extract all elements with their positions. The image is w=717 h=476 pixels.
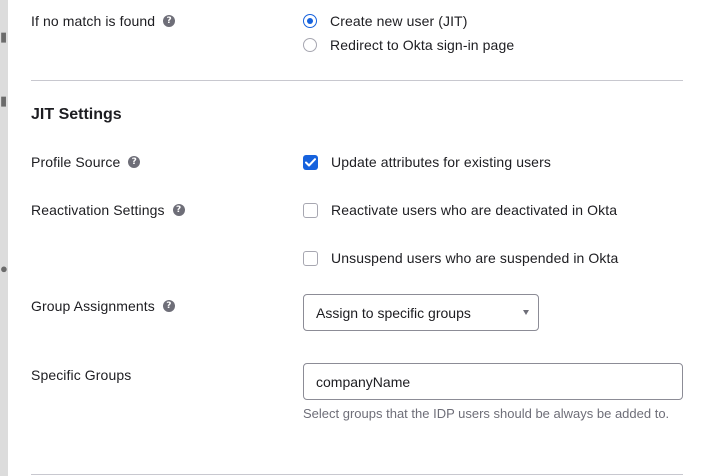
checkbox-unchecked-icon[interactable] bbox=[303, 250, 318, 266]
section-divider bbox=[31, 80, 683, 81]
backdrop-icon-fragment: ● bbox=[0, 261, 8, 276]
help-icon[interactable]: ? bbox=[172, 204, 185, 216]
group-assignments-select[interactable]: Assign to specific groups bbox=[303, 294, 539, 331]
radio-unselected-icon[interactable] bbox=[303, 38, 317, 52]
section-divider bbox=[31, 474, 683, 475]
idp-settings-modal: If no match is found ? Create new user (… bbox=[8, 0, 717, 476]
caret-down-icon bbox=[523, 310, 529, 315]
checkbox-checked-icon[interactable] bbox=[303, 154, 318, 170]
help-icon[interactable]: ? bbox=[128, 156, 141, 168]
backdrop-tab-fragment: ▮ bbox=[0, 93, 8, 108]
reactivation-settings-label: Reactivation Settings bbox=[31, 202, 165, 218]
group-assignments-label: Group Assignments bbox=[31, 298, 155, 314]
reactivation-label-row: Reactivation Settings ? bbox=[31, 201, 185, 219]
specific-groups-label: Specific Groups bbox=[31, 367, 132, 383]
radio-selected-icon[interactable] bbox=[303, 14, 317, 28]
lock-icon: ▮ bbox=[0, 29, 8, 44]
redirect-signin-radio-option[interactable]: Redirect to Okta sign-in page bbox=[303, 36, 514, 54]
no-match-label-row: If no match is found ? bbox=[31, 12, 176, 30]
checkmark-icon bbox=[305, 157, 316, 166]
jit-settings-title: JIT Settings bbox=[31, 106, 122, 123]
reactivate-users-label: Reactivate users who are deactivated in … bbox=[331, 202, 618, 218]
specific-groups-label-row: Specific Groups bbox=[31, 366, 131, 384]
update-attributes-label: Update attributes for existing users bbox=[331, 154, 551, 170]
backdrop-edge bbox=[0, 0, 8, 476]
redirect-signin-label: Redirect to Okta sign-in page bbox=[330, 37, 515, 53]
no-match-label: If no match is found bbox=[31, 13, 156, 29]
reactivate-users-checkbox-option[interactable]: Reactivate users who are deactivated in … bbox=[303, 201, 617, 219]
group-assignments-label-row: Group Assignments ? bbox=[31, 297, 175, 315]
specific-groups-hint: Select groups that the IDP users should … bbox=[303, 406, 670, 421]
unsuspend-users-checkbox-option[interactable]: Unsuspend users who are suspended in Okt… bbox=[303, 249, 618, 267]
unsuspend-users-label: Unsuspend users who are suspended in Okt… bbox=[331, 250, 619, 266]
help-icon[interactable]: ? bbox=[162, 300, 175, 312]
help-icon[interactable]: ? bbox=[163, 15, 176, 27]
profile-source-label: Profile Source bbox=[31, 154, 121, 170]
create-new-user-radio-option[interactable]: Create new user (JIT) bbox=[303, 12, 467, 30]
checkbox-unchecked-icon[interactable] bbox=[303, 202, 318, 218]
update-attributes-checkbox-option[interactable]: Update attributes for existing users bbox=[303, 153, 551, 171]
profile-source-label-row: Profile Source ? bbox=[31, 153, 141, 171]
create-new-user-label: Create new user (JIT) bbox=[330, 13, 468, 29]
specific-groups-input[interactable] bbox=[303, 363, 683, 400]
group-assignments-selected-value: Assign to specific groups bbox=[316, 304, 471, 321]
